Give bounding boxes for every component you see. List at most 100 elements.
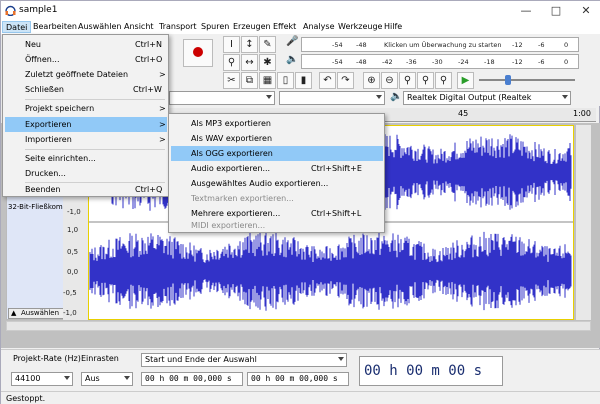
menu-item-export-ogg[interactable]: Als OGG exportieren — [171, 146, 383, 161]
menu-item-export-midi[interactable]: MIDI exportieren... — [171, 220, 383, 232]
recording-meter[interactable]: -54 -48 Klicken um Überwachung zu starte… — [301, 37, 579, 52]
menu-item-export-selected[interactable]: Ausgewähltes Audio exportieren... — [171, 176, 383, 191]
menu-item-save-project[interactable]: Projekt speichern > — [5, 101, 167, 116]
selection-mode-value: Start und Ende der Auswahl — [145, 355, 257, 364]
horizontal-scrollbar[interactable] — [6, 321, 591, 331]
undo-button[interactable]: ↶ — [319, 72, 336, 89]
menu-item-shortcut: Ctrl+Shift+E — [311, 164, 362, 173]
export-submenu: Als MP3 exportieren Als WAV exportieren … — [168, 113, 385, 233]
close-button[interactable]: ✕ — [571, 1, 600, 20]
paste-button[interactable]: ▦ — [259, 72, 276, 89]
menu-erzeugen[interactable]: Erzeugen — [230, 21, 274, 33]
submenu-arrow-icon: > — [159, 104, 166, 113]
cut-button[interactable]: ✂ — [223, 72, 240, 89]
draw-tool-button[interactable]: ✎ — [259, 36, 276, 53]
meter-tick: -48 — [356, 58, 367, 66]
menu-effekt[interactable]: Effekt — [270, 21, 299, 33]
zoom-in-button[interactable]: ⊕ — [363, 72, 380, 89]
menu-item-beenden[interactable]: Beenden Ctrl+Q — [5, 182, 167, 197]
menu-analyse[interactable]: Analyse — [300, 21, 338, 33]
menu-item-export-labels[interactable]: Textmarken exportieren... — [171, 191, 383, 206]
project-rate-dropdown[interactable]: 44100 — [11, 372, 73, 386]
microphone-icon: 🎤 — [286, 36, 299, 47]
menu-item-label: Projekt speichern — [25, 104, 95, 113]
menu-item-export-multiple[interactable]: Mehrere exportieren... Ctrl+Shift+L — [171, 206, 383, 221]
menu-spuren[interactable]: Spuren — [198, 21, 232, 33]
speaker-icon: 🔈 — [286, 54, 299, 65]
zoom-tool-button[interactable]: ⚲ — [223, 54, 240, 71]
menu-ansicht[interactable]: Ansicht — [121, 21, 157, 33]
menu-item-oeffnen[interactable]: Öffnen... Ctrl+O — [5, 52, 167, 67]
redo-button[interactable]: ↷ — [337, 72, 354, 89]
meter-click-text: Klicken um Überwachung zu starten — [384, 41, 502, 49]
vertical-scrollbar[interactable] — [576, 125, 591, 320]
menu-item-page-setup[interactable]: Seite einrichten... — [5, 151, 167, 166]
menu-item-export-audio[interactable]: Audio exportieren... Ctrl+Shift+E — [171, 161, 383, 176]
menu-werkzeuge[interactable]: Werkzeuge — [335, 21, 385, 33]
host-dropdown[interactable] — [169, 91, 275, 105]
menu-hilfe[interactable]: Hilfe — [381, 21, 405, 33]
meter-tick: -36 — [406, 58, 417, 66]
time-display[interactable]: 00 h 00 m 00 s — [359, 356, 503, 386]
menu-item-exportieren[interactable]: Exportieren > — [5, 117, 167, 132]
menu-item-label: Seite einrichten... — [25, 154, 96, 163]
record-button[interactable] — [183, 39, 213, 67]
multi-tool-button[interactable]: ✱ — [259, 54, 276, 71]
minimize-button[interactable]: — — [511, 1, 541, 20]
trim-button[interactable]: ▯ — [277, 72, 294, 89]
envelope-tool-button[interactable]: ↕ — [241, 36, 258, 53]
menu-item-label: Öffnen... — [25, 55, 60, 64]
project-rate-label: Projekt-Rate (Hz) — [13, 354, 81, 363]
selection-tool-button[interactable]: I — [223, 36, 240, 53]
zoom-toggle-button[interactable]: ⚲ — [435, 72, 452, 89]
output-device-dropdown[interactable]: Realtek Digital Output (Realtek — [403, 91, 571, 105]
meter-tick: -54 — [332, 58, 343, 66]
menu-transport[interactable]: Transport — [156, 21, 200, 33]
selection-end-value: 00 h 00 m 00,000 s — [251, 374, 338, 383]
timeshift-tool-button[interactable]: ↔ — [241, 54, 258, 71]
zoom-out-button[interactable]: ⊖ — [381, 72, 398, 89]
fit-project-button[interactable]: ⚲ — [417, 72, 434, 89]
menu-auswaehlen[interactable]: Auswählen — [75, 21, 124, 33]
meter-tick: -12 — [512, 41, 523, 49]
selection-end-time[interactable]: 00 h 00 m 00,000 s — [247, 372, 349, 386]
copy-button[interactable]: ⧉ — [241, 72, 258, 89]
playback-meter[interactable]: -54 -48 -42 -36 -30 -24 -18 -12 -6 0 — [301, 54, 579, 69]
input-device-dropdown[interactable] — [279, 91, 385, 105]
fit-selection-button[interactable]: ⚲ — [399, 72, 416, 89]
menu-item-export-wav[interactable]: Als WAV exportieren — [171, 131, 383, 146]
menu-item-print[interactable]: Drucken... — [5, 166, 167, 181]
track-select-button[interactable]: ▲ Auswählen — [8, 308, 68, 319]
meter-tick: 0 — [564, 58, 569, 66]
menu-item-neu[interactable]: Neu Ctrl+N — [5, 37, 167, 52]
ruler-label: 45 — [458, 109, 469, 118]
menu-item-label: Als OGG exportieren — [191, 149, 273, 158]
menu-bearbeiten[interactable]: Bearbeiten — [30, 21, 80, 33]
silence-button[interactable]: ▮ — [295, 72, 312, 89]
menu-item-label: Beenden — [25, 185, 61, 194]
timeshift-icon: ↔ — [245, 57, 254, 68]
selection-mode-dropdown[interactable]: Start und Ende der Auswahl — [141, 353, 347, 367]
title-bar: sample1 — □ ✕ — [1, 1, 600, 20]
audacity-app-icon — [5, 5, 16, 16]
menu-item-label: Als WAV exportieren — [191, 134, 273, 143]
menu-item-label: Ausgewähltes Audio exportieren... — [191, 179, 329, 188]
play-speed-slider[interactable] — [479, 79, 575, 81]
selection-start-time[interactable]: 00 h 00 m 00,000 s — [141, 372, 243, 386]
play-speed-slider-thumb[interactable] — [505, 75, 511, 85]
menu-item-schliessen[interactable]: Schließen Ctrl+W — [5, 82, 167, 97]
snap-dropdown[interactable]: Aus — [81, 372, 133, 386]
menu-item-recent-files[interactable]: Zuletzt geöffnete Dateien > — [5, 67, 167, 82]
scale-label: 1,0 — [67, 226, 79, 234]
maximize-button[interactable]: □ — [541, 1, 571, 20]
menu-separator — [25, 99, 165, 100]
output-speaker-icon: 🔈 — [390, 91, 403, 102]
menu-item-label: Mehrere exportieren... — [191, 209, 281, 218]
menu-item-label: Textmarken exportieren... — [191, 194, 294, 203]
menu-datei[interactable]: Datei — [2, 21, 32, 33]
menu-item-importieren[interactable]: Importieren > — [5, 132, 167, 147]
menu-separator — [25, 149, 165, 150]
menu-item-export-mp3[interactable]: Als MP3 exportieren — [171, 116, 383, 131]
play-at-speed-button[interactable]: ▶ — [457, 72, 474, 89]
menu-item-label: Schließen — [25, 85, 64, 94]
